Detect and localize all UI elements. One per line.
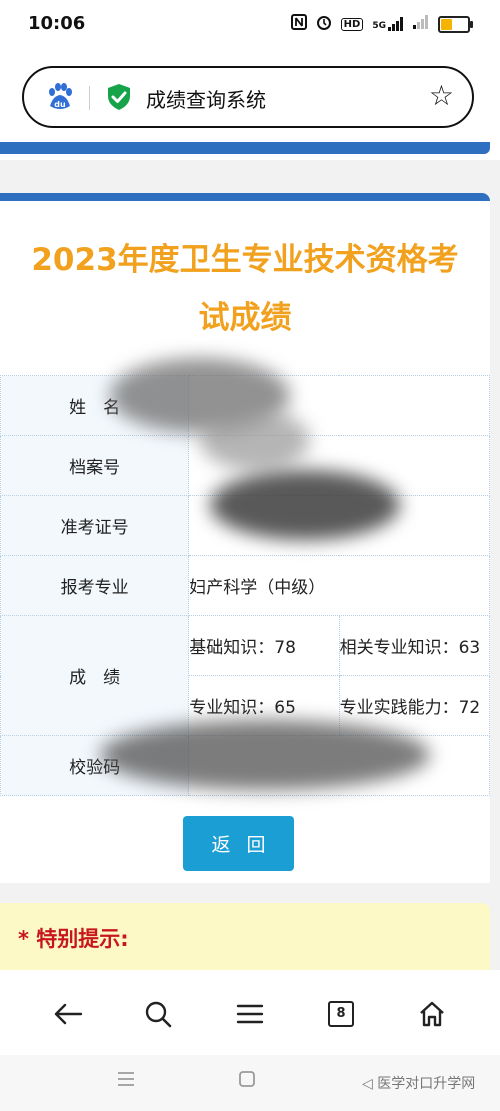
related-knowledge-score: 相关专业知识：63 bbox=[338, 615, 491, 676]
baidu-logo-icon: du bbox=[45, 82, 75, 112]
hd-icon: HD bbox=[340, 17, 364, 31]
browser-toolbar: 8 bbox=[0, 970, 500, 1055]
home-square-icon[interactable] bbox=[238, 1069, 256, 1093]
back-button[interactable]: 返回 bbox=[183, 816, 294, 871]
major-label: 报考专业 bbox=[0, 555, 190, 616]
back-arrow-icon[interactable] bbox=[50, 996, 86, 1032]
address-bar[interactable]: du 成绩查询系统 ☆ bbox=[22, 66, 474, 128]
page-top-strip bbox=[0, 142, 500, 160]
recent-apps-icon[interactable] bbox=[116, 1069, 136, 1093]
address-divider bbox=[89, 86, 90, 110]
status-time: 10:06 bbox=[28, 13, 86, 34]
tab-count: 8 bbox=[328, 1001, 354, 1027]
score-label: 成 绩 bbox=[0, 615, 190, 736]
battery-icon bbox=[438, 15, 473, 33]
redaction-mask bbox=[100, 720, 430, 790]
alarm-icon bbox=[316, 14, 332, 34]
menu-icon[interactable] bbox=[232, 996, 268, 1032]
archive-label: 档案号 bbox=[0, 435, 190, 496]
tabs-icon[interactable]: 8 bbox=[323, 996, 359, 1032]
signal-icon bbox=[413, 15, 429, 33]
browser-header: du 成绩查询系统 ☆ bbox=[0, 50, 500, 142]
watermark: ◁ 医学对口升学网 bbox=[362, 1076, 476, 1092]
ticket-label: 准考证号 bbox=[0, 495, 190, 556]
search-icon[interactable] bbox=[140, 996, 176, 1032]
signal-5g-icon: 5G bbox=[372, 17, 404, 31]
status-icons: HD 5G bbox=[290, 14, 473, 34]
status-bar: 10:06 HD 5G bbox=[0, 0, 500, 50]
address-title: 成绩查询系统 bbox=[146, 88, 266, 112]
redaction-mask bbox=[200, 410, 310, 470]
notice-title: * 特别提示: bbox=[18, 927, 129, 951]
secure-shield-icon[interactable] bbox=[106, 83, 132, 111]
page-title: 2023年度卫生专业技术资格考 试成绩 bbox=[31, 242, 459, 336]
redaction-mask bbox=[210, 470, 400, 540]
nfc-icon bbox=[290, 14, 307, 34]
home-icon[interactable] bbox=[414, 996, 450, 1032]
major-value: 妇产科学（中级） bbox=[188, 555, 490, 616]
basic-knowledge-score: 基础知识：78 bbox=[188, 615, 340, 676]
bookmark-star-icon[interactable]: ☆ bbox=[429, 82, 454, 110]
table-row: 报考专业 妇产科学（中级） bbox=[0, 555, 490, 616]
svg-text:du: du bbox=[54, 100, 66, 109]
table-row: 成 绩 基础知识：78 相关专业知识：63 bbox=[0, 615, 491, 736]
